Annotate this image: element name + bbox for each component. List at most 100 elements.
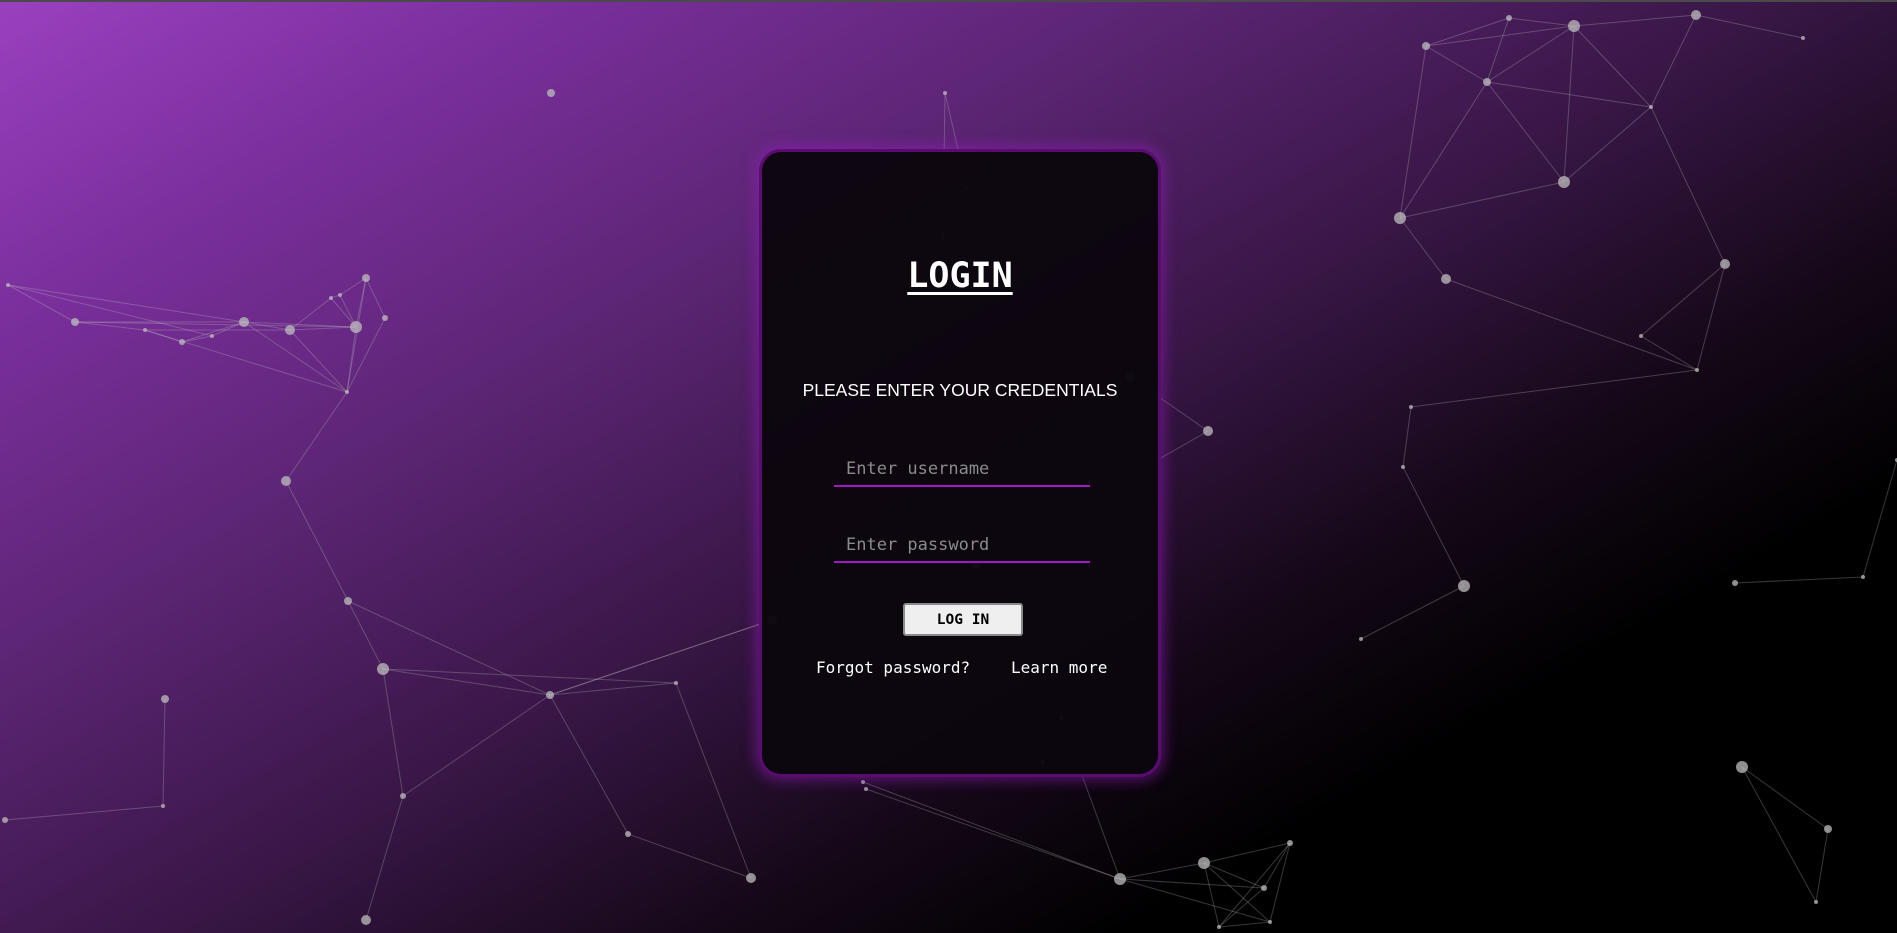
network-node: [1287, 840, 1293, 846]
network-link: [347, 600, 551, 696]
network-link: [1360, 585, 1465, 640]
network-node: [1649, 105, 1653, 109]
network-node: [329, 296, 333, 300]
network-link: [1573, 14, 1697, 27]
network-link: [1640, 263, 1726, 337]
network-node: [746, 873, 756, 883]
network-link: [862, 781, 1121, 880]
network-link: [1573, 25, 1652, 108]
network-link: [1486, 25, 1575, 83]
network-node: [161, 695, 169, 703]
network-link: [1399, 181, 1565, 219]
network-link: [1425, 45, 1488, 83]
network-link: [347, 600, 384, 670]
network-node: [1801, 36, 1805, 40]
network-node: [1203, 426, 1213, 436]
network-link: [1650, 106, 1726, 265]
network-link: [1486, 81, 1565, 183]
network-link: [675, 682, 752, 879]
network-node: [382, 315, 388, 321]
network-link: [1696, 263, 1726, 371]
network-link: [1425, 17, 1510, 47]
login-card: LOGIN PLEASE ENTER YOUR CREDENTIALS LOG …: [759, 149, 1161, 777]
network-node: [1401, 465, 1405, 469]
network-node: [361, 915, 371, 925]
network-link: [1203, 862, 1220, 928]
network-link: [1399, 217, 1447, 280]
network-link: [1119, 878, 1271, 923]
network-node: [1458, 580, 1470, 592]
network-node: [1824, 825, 1832, 833]
network-node: [1483, 78, 1491, 86]
network-link: [1218, 887, 1265, 928]
network-node: [1409, 405, 1413, 409]
network-node: [546, 691, 554, 699]
forgot-password-link[interactable]: Forgot password?: [816, 658, 970, 677]
network-link: [1399, 45, 1427, 219]
network-node: [1720, 259, 1730, 269]
network-node: [345, 390, 349, 394]
network-node: [1861, 575, 1865, 579]
network-link: [1734, 576, 1864, 584]
network-link: [1402, 406, 1412, 468]
network-node: [1736, 761, 1748, 773]
network-link: [289, 326, 357, 331]
login-button[interactable]: LOG IN: [903, 603, 1023, 636]
network-node: [1695, 368, 1699, 372]
learn-more-link[interactable]: Learn more: [1011, 658, 1107, 677]
network-node: [861, 780, 865, 784]
network-node: [2, 817, 8, 823]
network-node: [344, 597, 352, 605]
network-node: [1732, 580, 1738, 586]
network-node: [1217, 925, 1221, 929]
network-link: [382, 668, 404, 797]
network-node: [1268, 920, 1272, 924]
username-input[interactable]: [834, 453, 1090, 487]
network-node: [377, 663, 389, 675]
network-link: [865, 788, 1121, 880]
network-node: [1198, 857, 1210, 869]
network-link: [627, 833, 752, 879]
network-link: [1410, 369, 1698, 408]
network-link: [1119, 862, 1205, 880]
password-input[interactable]: [834, 529, 1090, 563]
network-node: [362, 274, 370, 282]
network-node: [6, 283, 10, 287]
network-node: [1261, 885, 1267, 891]
network-link: [1263, 842, 1291, 889]
network-node: [338, 293, 342, 297]
network-link: [4, 805, 164, 821]
network-node: [1422, 42, 1430, 50]
network-node: [1506, 15, 1512, 21]
network-link: [365, 277, 386, 319]
network-link: [1815, 828, 1829, 903]
network-node: [239, 317, 249, 327]
network-link: [243, 321, 348, 393]
network-link: [1563, 106, 1652, 183]
network-link: [1695, 14, 1804, 39]
network-node: [161, 804, 165, 808]
network-link: [7, 284, 213, 337]
network-link: [7, 284, 245, 323]
network-link: [1741, 766, 1817, 903]
network-link: [339, 277, 367, 296]
network-link: [549, 694, 629, 835]
network-node: [1639, 334, 1643, 338]
network-node: [674, 681, 678, 685]
network-link: [1741, 766, 1829, 830]
network-link: [1563, 25, 1575, 183]
network-link: [1402, 466, 1465, 587]
network-link: [1445, 278, 1698, 371]
network-link: [402, 694, 551, 797]
network-link: [365, 795, 404, 921]
network-node: [1568, 20, 1580, 32]
network-link: [1203, 862, 1271, 923]
network-link: [289, 329, 348, 393]
network-node: [71, 318, 79, 326]
network-node: [1691, 10, 1701, 20]
network-node: [625, 831, 631, 837]
network-link: [1218, 921, 1271, 928]
network-node: [1814, 900, 1818, 904]
network-node: [1558, 176, 1570, 188]
network-node: [1394, 212, 1406, 224]
